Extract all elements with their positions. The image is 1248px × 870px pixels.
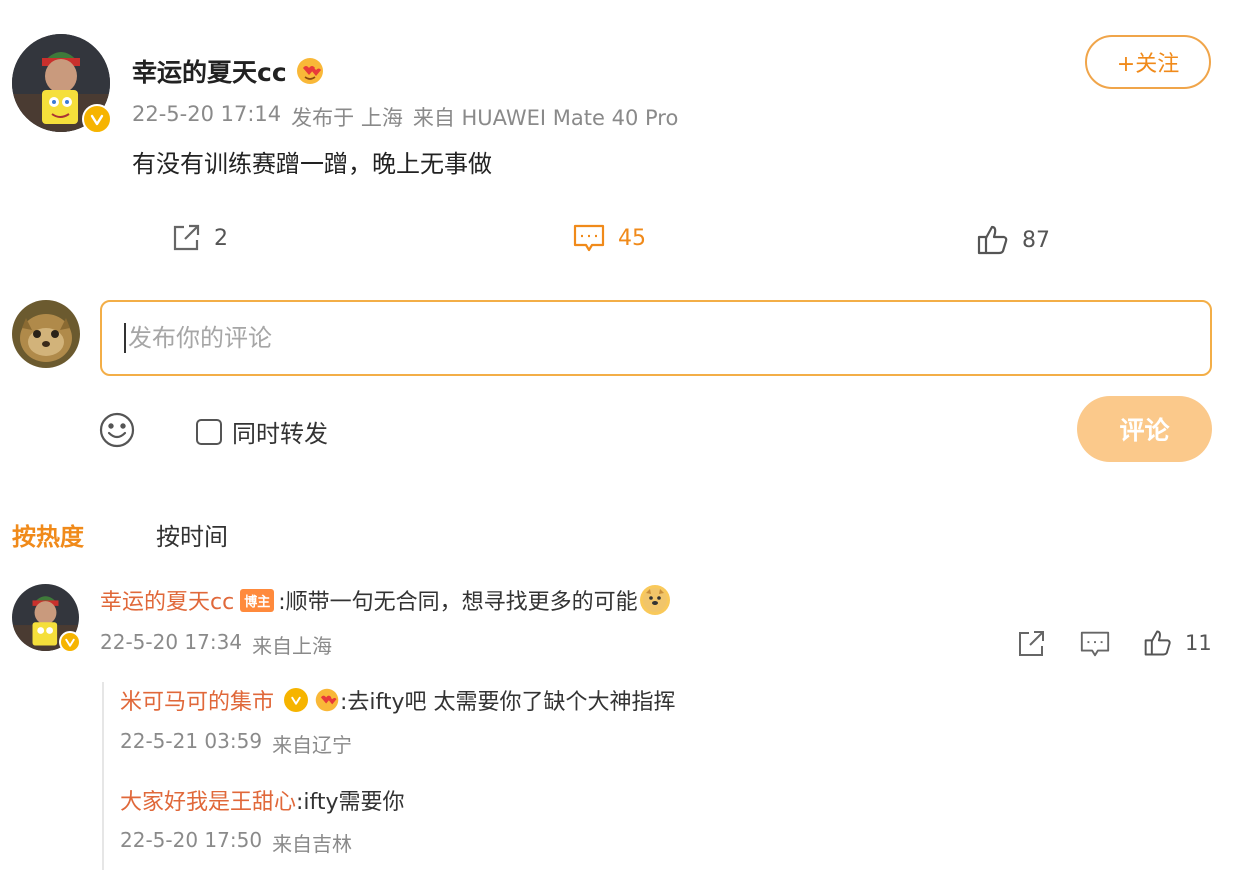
like-count: 87 [1022,227,1050,253]
post-location: 发布于 上海 [291,106,403,130]
emoji-picker-button[interactable] [98,411,136,453]
thumbs-up-icon [1144,630,1171,656]
comment-like-button[interactable]: 11 [1143,628,1212,658]
comment-like-count: 11 [1185,631,1212,655]
reply-thread-divider [102,682,104,870]
vip-heart-icon [314,687,340,713]
post-timestamp: 22-5-20 17:14 [132,102,282,126]
comment-input[interactable] [100,300,1212,376]
comment-count: 45 [618,225,646,251]
reply-text: :去ifty吧 太需要你了缺个大神指挥 [340,690,676,715]
comment-text-field[interactable] [128,324,1188,352]
comment-share-button[interactable] [1015,628,1047,664]
commenter-name[interactable]: 幸运的夏天cc [100,584,234,616]
thumbs-up-icon [976,224,1010,256]
sort-by-time-tab[interactable]: 按时间 [156,517,228,552]
author-avatar[interactable] [12,34,112,134]
sort-by-hot-tab[interactable]: 按热度 [12,517,84,552]
submit-comment-button[interactable]: 评论 [1077,396,1212,462]
reply-author-name[interactable]: 米可马可的集市 [120,684,274,716]
text-cursor [124,323,126,353]
reply-location: 来自辽宁 [272,733,353,757]
doge-emoji-icon [639,585,670,615]
reply-timestamp: 22-5-20 17:50 [120,828,263,852]
smiley-icon [99,412,135,448]
commenter-avatar[interactable] [12,584,81,653]
verified-icon [59,631,81,653]
share-icon [170,222,202,254]
share-count: 2 [214,225,228,251]
post-text: 有没有训练赛蹭一蹭，晚上无事做 [132,150,492,178]
checkbox-box[interactable] [196,418,222,445]
follow-button[interactable]: +关注 [1085,35,1211,89]
author-name[interactable]: 幸运的夏天cc [132,53,287,89]
share-button[interactable]: 2 [170,222,228,254]
comment-text: :顺带一句无合同，想寻找更多的可能 [278,590,638,615]
repost-checkbox[interactable]: 同时转发 [196,414,328,449]
reply-timestamp: 22-5-21 03:59 [120,729,263,753]
comment-icon [1080,631,1110,657]
comment-reply-button[interactable] [1079,628,1111,664]
author-tag-badge: 博主 [240,588,275,612]
comment-icon [572,222,606,254]
verified-icon [82,104,112,134]
reply-author-name[interactable]: 大家好我是王甜心 [120,784,296,816]
comment-timestamp: 22-5-20 17:34 [100,630,243,654]
repost-label: 同时转发 [232,420,328,448]
like-button[interactable]: 87 [976,224,1050,256]
verified-icon [284,688,309,712]
reply-text: :ifty需要你 [296,790,405,815]
post-source: 来自 HUAWEI Mate 40 Pro [412,106,679,130]
comment-location: 来自上海 [252,634,333,658]
vip-heart-icon [295,56,325,86]
share-icon [1019,631,1044,656]
reply-location: 来自吉林 [272,832,353,856]
comment-button[interactable]: 45 [572,222,646,254]
current-user-avatar[interactable] [12,300,80,368]
